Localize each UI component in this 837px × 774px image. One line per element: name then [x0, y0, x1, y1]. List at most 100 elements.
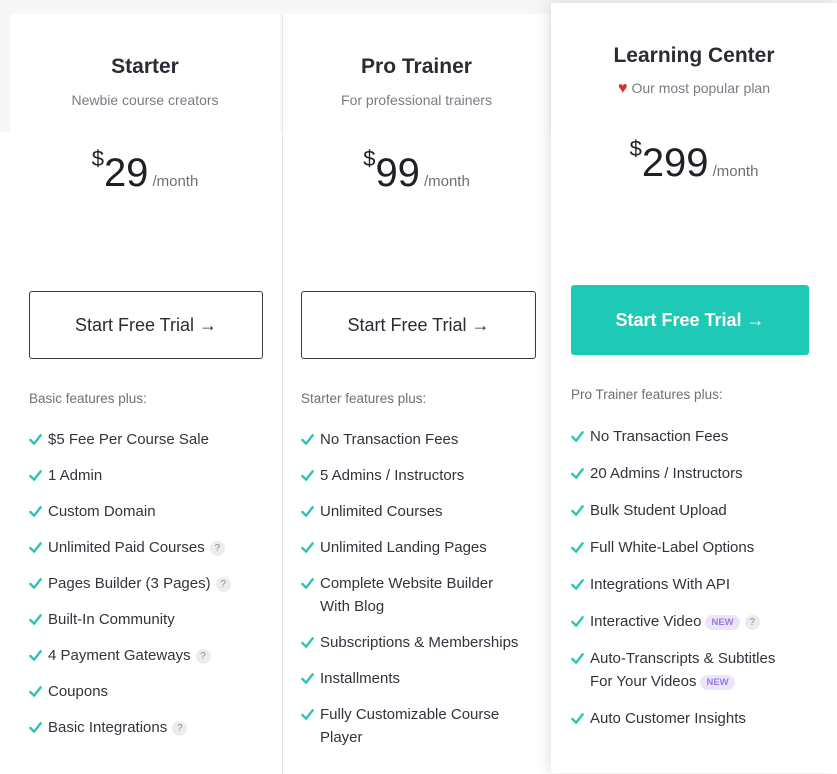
feature-text: No Transaction Fees	[590, 428, 729, 445]
feature-text: $5 Fee Per Course Sale	[48, 431, 209, 448]
check-icon	[301, 709, 314, 720]
feature-text: No Transaction Fees	[320, 431, 459, 448]
list-item: Bulk Student Upload	[571, 499, 775, 522]
plan-card-starter: Starter Newbie course creators $29/month…	[10, 14, 280, 774]
check-icon	[301, 470, 314, 481]
price-currency: $	[363, 146, 376, 171]
plan-subtitle: For professional trainers	[341, 92, 492, 108]
feature-text: Basic Integrations	[48, 719, 168, 736]
features-heading: Basic features plus:	[29, 391, 147, 406]
features-heading: Pro Trainer features plus:	[571, 387, 723, 402]
feature-text: Installments	[320, 670, 401, 687]
help-icon[interactable]: ?	[744, 615, 760, 630]
list-item: Full White-Label Options	[571, 536, 775, 559]
plan-name: Pro Trainer	[361, 55, 472, 78]
check-icon	[301, 637, 314, 648]
plan-card-pro-trainer: Pro Trainer For professional trainers $9…	[282, 14, 550, 774]
check-icon	[571, 653, 584, 664]
feature-text: Integrations With API	[590, 576, 731, 593]
check-icon	[301, 542, 314, 553]
list-item: Auto-Transcripts & Subtitles For Your Vid…	[571, 647, 775, 693]
feature-text: 20 Admins / Instructors	[590, 465, 743, 482]
list-item: No Transaction Fees	[571, 425, 775, 448]
price-amount: 299	[641, 141, 709, 185]
check-icon	[571, 431, 584, 442]
new-badge: NEW	[705, 615, 740, 630]
check-icon	[571, 616, 584, 627]
check-icon	[29, 434, 42, 445]
check-icon	[301, 578, 314, 589]
plan-name: Starter	[111, 55, 179, 78]
new-badge: NEW	[700, 675, 735, 690]
feature-text: Auto Customer Insights	[590, 710, 746, 727]
feature-text-line2: For Your Videos	[590, 673, 697, 690]
price-amount: 29	[103, 151, 149, 195]
plan-price: $99/month	[283, 146, 550, 196]
feature-text: Interactive Video	[590, 613, 702, 630]
check-icon	[29, 722, 42, 733]
list-item: Custom Domain	[29, 500, 231, 523]
feature-list: No Transaction Fees 20 Admins / Instruct…	[571, 425, 775, 744]
check-icon	[571, 713, 584, 724]
list-item: Basic Integrations?	[29, 716, 231, 739]
list-item: Integrations With API	[571, 573, 775, 596]
list-item: Fully Customizable Course Player	[301, 703, 518, 749]
feature-text: Custom Domain	[48, 503, 156, 520]
check-icon	[29, 578, 42, 589]
check-icon	[301, 673, 314, 684]
help-icon[interactable]: ?	[215, 577, 231, 592]
feature-text: 4 Payment Gateways	[48, 647, 191, 664]
check-icon	[29, 650, 42, 661]
price-period: /month	[423, 173, 470, 190]
list-item: Unlimited Landing Pages	[301, 536, 518, 559]
feature-text: 1 Admin	[48, 467, 103, 484]
feature-text: Complete Website Builder	[320, 575, 494, 592]
check-icon	[29, 470, 42, 481]
list-item: $5 Fee Per Course Sale	[29, 428, 231, 451]
plan-subtitle: ♥ Our most popular plan	[551, 80, 837, 98]
feature-text: Built-In Community	[48, 611, 175, 628]
start-free-trial-button[interactable]: Start Free Trial →	[571, 285, 809, 355]
plan-name: Learning Center	[613, 44, 775, 67]
start-free-trial-button[interactable]: Start Free Trial →	[29, 291, 263, 359]
features-heading: Starter features plus:	[301, 391, 427, 406]
check-icon	[301, 434, 314, 445]
feature-text: Unlimited Landing Pages	[320, 539, 487, 556]
check-icon	[29, 614, 42, 625]
list-item: Pages Builder (3 Pages)?	[29, 572, 231, 595]
check-icon	[29, 542, 42, 553]
list-item: Unlimited Courses	[301, 500, 518, 523]
price-currency: $	[91, 146, 104, 171]
list-item: Subscriptions & Memberships	[301, 631, 518, 654]
list-item: Built-In Community	[29, 608, 231, 631]
list-item: Interactive Video NEW?	[571, 610, 775, 633]
feature-text: Bulk Student Upload	[590, 502, 727, 519]
check-icon	[571, 579, 584, 590]
list-item: Installments	[301, 667, 518, 690]
feature-list: $5 Fee Per Course Sale 1 Admin Custom Do…	[29, 428, 231, 752]
feature-text: Coupons	[48, 683, 109, 700]
list-item: Unlimited Paid Courses?	[29, 536, 231, 559]
plan-price: $299/month	[551, 136, 837, 186]
check-icon	[571, 542, 584, 553]
feature-text: Subscriptions & Memberships	[320, 634, 519, 651]
price-amount: 99	[375, 151, 420, 195]
start-free-trial-button[interactable]: Start Free Trial →	[301, 291, 536, 359]
check-icon	[571, 468, 584, 479]
feature-text: Pages Builder (3 Pages)	[48, 575, 211, 592]
help-icon[interactable]: ?	[172, 721, 188, 736]
help-icon[interactable]: ?	[209, 541, 225, 556]
feature-text-line2: Player	[320, 729, 363, 746]
help-icon[interactable]: ?	[195, 649, 211, 664]
plan-subtitle-text: Our most popular plan	[631, 80, 771, 96]
feature-list: No Transaction Fees 5 Admins / Instructo…	[301, 428, 518, 762]
check-icon	[571, 505, 584, 516]
price-period: /month	[152, 173, 199, 190]
list-item: 20 Admins / Instructors	[571, 462, 775, 485]
plan-card-learning-center: Learning Center ♥ Our most popular plan $…	[551, 3, 837, 773]
feature-text: Unlimited Courses	[320, 503, 443, 520]
check-icon	[29, 686, 42, 697]
price-currency: $	[629, 136, 642, 161]
list-item: Auto Customer Insights	[571, 707, 775, 730]
check-icon	[29, 506, 42, 517]
